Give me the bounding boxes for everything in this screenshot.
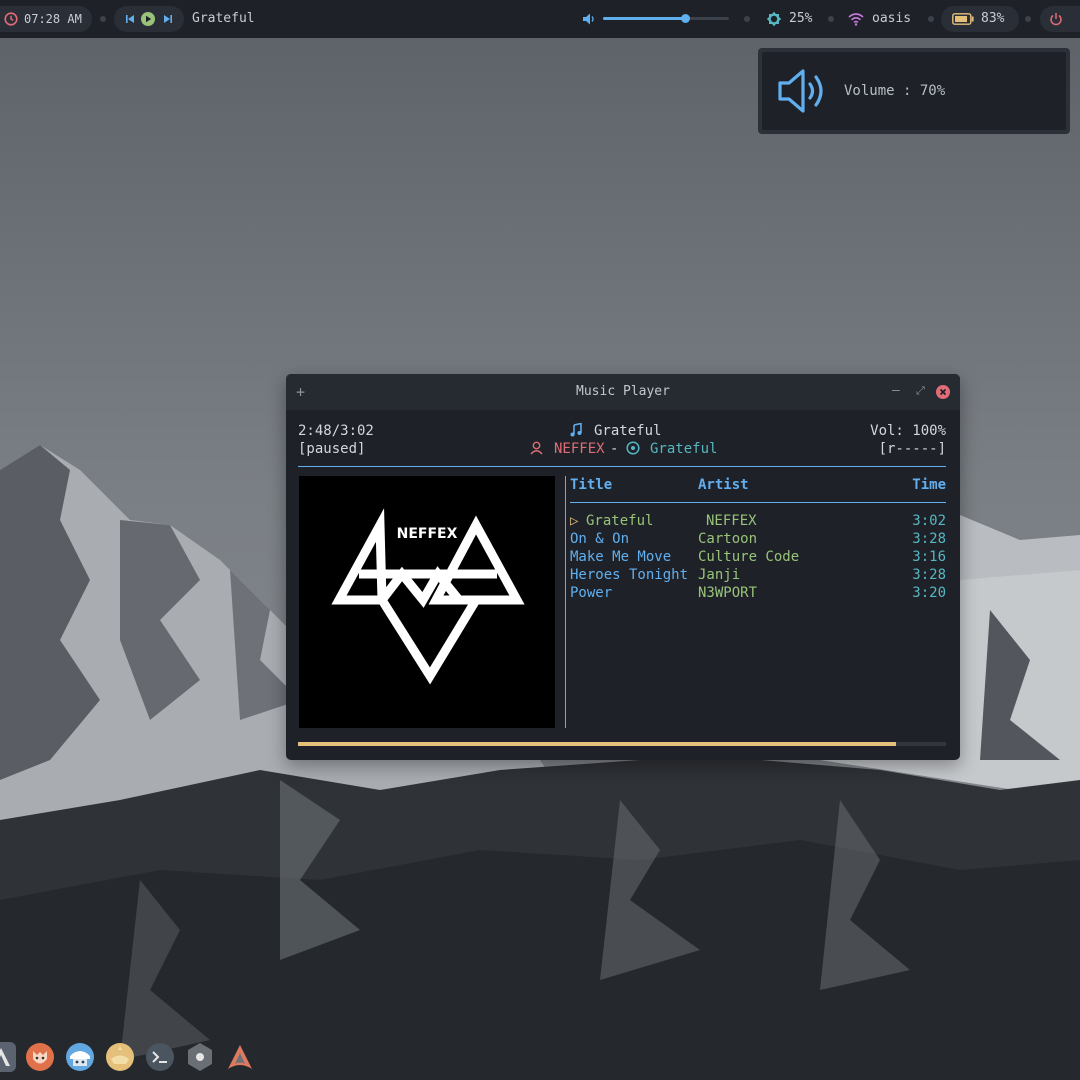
wifi-icon[interactable] <box>848 12 864 26</box>
music-note-icon <box>570 423 582 437</box>
track-artist: NEFFEX <box>706 513 757 529</box>
arch-launcher-icon[interactable] <box>0 1042 16 1072</box>
playback-progress-bar[interactable] <box>298 742 946 746</box>
separator-dot <box>100 16 106 22</box>
album-name: Grateful <box>650 441 718 457</box>
now-playing-marker: ▷ <box>570 513 579 529</box>
window-title: Music Player <box>576 384 670 399</box>
brightness-icon[interactable] <box>766 11 782 27</box>
neffex-logo: NEFFEX <box>331 508 525 685</box>
artist-name: NEFFEX <box>554 441 605 457</box>
elapsed-time: 2:48/3:02 <box>298 423 374 439</box>
maximize-button[interactable]: ⤢ <box>916 374 925 408</box>
volume-osd-panel: Volume : 70% <box>762 52 1066 130</box>
pane-divider <box>565 476 566 728</box>
column-header-time[interactable]: Time <box>912 476 946 494</box>
column-header-divider <box>570 502 946 503</box>
header-divider <box>298 466 946 467</box>
separator-dot <box>1025 16 1031 22</box>
firefox-icon[interactable] <box>25 1042 55 1072</box>
window-titlebar[interactable]: + Music Player – ⤢ <box>286 374 960 410</box>
volume-osd: Volume : 70% <box>758 48 1070 134</box>
track-artist: Cartoon <box>698 531 758 547</box>
track-title: Power <box>570 585 613 601</box>
volume-slider-fill <box>603 17 685 20</box>
album-disc-icon <box>626 441 640 455</box>
album-art: NEFFEX <box>299 476 555 728</box>
terminal-icon[interactable] <box>145 1042 175 1072</box>
arch-linux-icon[interactable] <box>225 1042 255 1072</box>
settings-icon[interactable] <box>185 1042 215 1072</box>
minimize-button[interactable]: – <box>892 374 900 408</box>
artist-icon <box>530 441 543 455</box>
wifi-network-name: oasis <box>872 11 912 26</box>
close-icon <box>939 388 947 396</box>
song-title: Grateful <box>594 423 662 439</box>
separator-dot <box>828 16 834 22</box>
brightness-value: 25% <box>789 11 813 26</box>
track-title: On & On <box>570 531 630 547</box>
speaker-icon <box>778 69 823 113</box>
playback-progress-fill <box>298 742 897 746</box>
track-artist: Janji <box>698 567 741 583</box>
track-artist: N3WPORT <box>698 585 758 601</box>
volume-slider[interactable] <box>603 14 729 23</box>
previous-track-icon[interactable] <box>124 13 136 25</box>
play-icon[interactable] <box>141 12 155 26</box>
music-genie-icon[interactable] <box>105 1042 135 1072</box>
track-title: Make Me Move <box>570 549 672 565</box>
track-time: 3:28 <box>912 531 946 547</box>
track-time: 3:02 <box>912 513 946 529</box>
top-bar: 07:28 AM Grateful 25% oasis 83% <box>0 0 1080 38</box>
column-header-artist[interactable]: Artist <box>698 476 749 494</box>
artist-album-separator: - <box>610 441 619 457</box>
speaker-icon[interactable] <box>582 12 596 26</box>
volume-readout: Vol: 100% <box>870 423 946 439</box>
clock-text[interactable]: 07:28 AM <box>24 0 82 38</box>
file-manager-icon[interactable] <box>65 1042 95 1072</box>
battery-icon <box>952 13 974 25</box>
track-artist: Culture Code <box>698 549 800 565</box>
track-time: 3:20 <box>912 585 946 601</box>
volume-slider-handle[interactable] <box>680 14 690 23</box>
album-art-label: NEFFEX <box>397 526 458 542</box>
track-time: 3:28 <box>912 567 946 583</box>
track-title: Grateful <box>586 513 654 529</box>
playback-modes: [r-----] <box>878 441 946 457</box>
now-playing-text: Grateful <box>192 11 255 26</box>
next-track-icon[interactable] <box>162 13 174 25</box>
column-header-title[interactable]: Title <box>570 476 612 494</box>
playback-state: [paused] <box>298 441 366 457</box>
separator-dot <box>744 16 750 22</box>
track-time: 3:16 <box>912 549 946 565</box>
close-button[interactable] <box>936 385 950 399</box>
clock-icon <box>4 12 18 26</box>
music-player-window: + Music Player – ⤢ 2:48/3:02 [paused] Gr… <box>286 374 960 760</box>
track-title: Heroes Tonight <box>570 567 689 583</box>
power-icon[interactable] <box>1049 12 1063 26</box>
volume-osd-label: Volume : 70% <box>844 83 946 99</box>
battery-percentage: 83% <box>981 11 1005 26</box>
separator-dot <box>928 16 934 22</box>
